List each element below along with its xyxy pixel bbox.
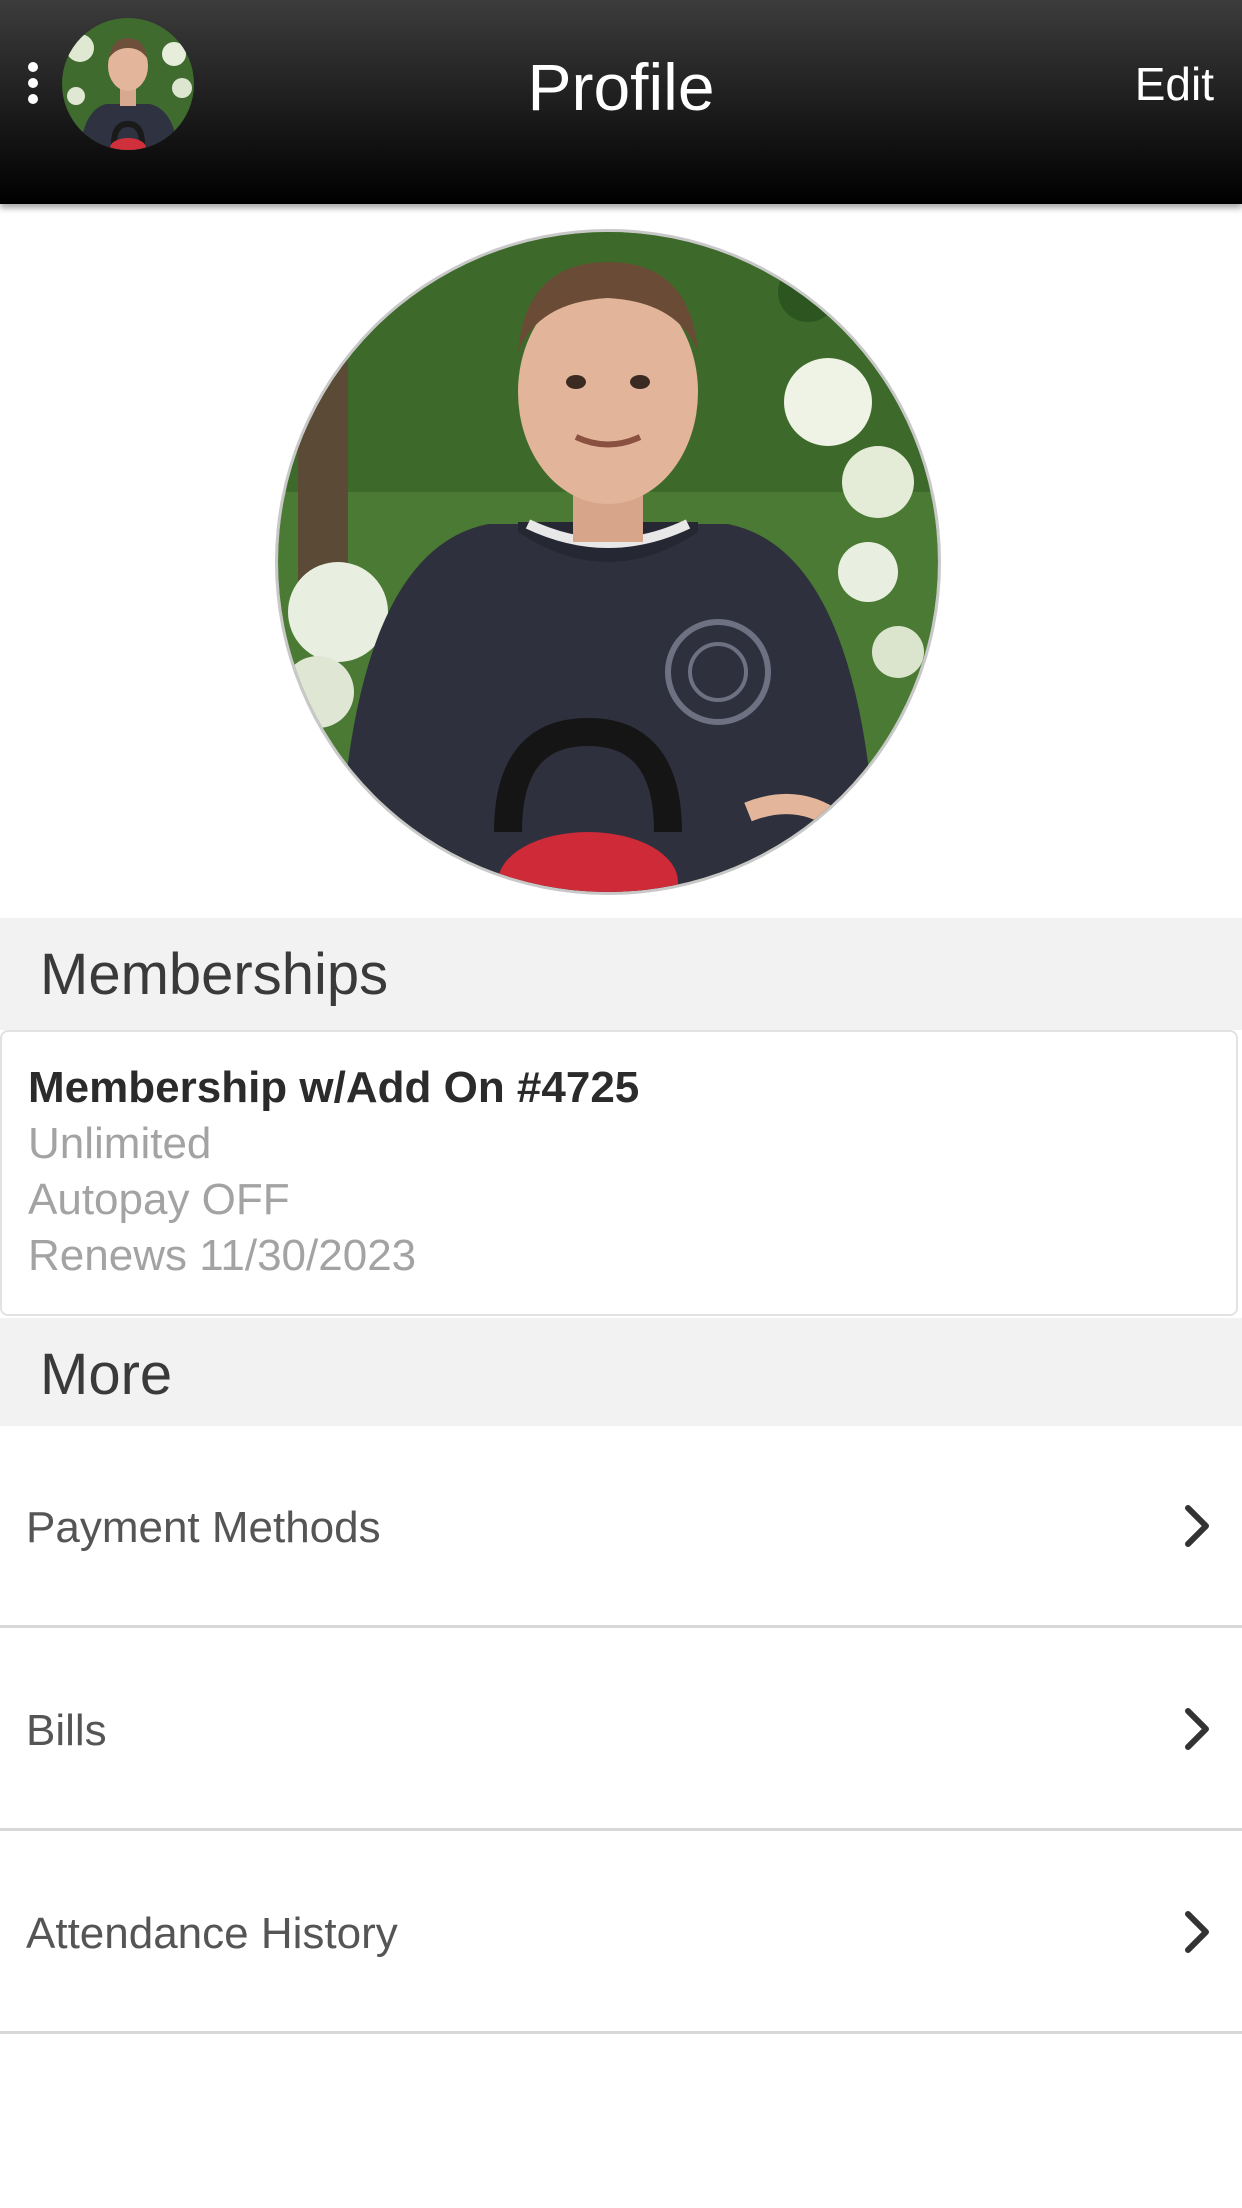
memberships-section-header: Memberships: [0, 918, 1242, 1030]
more-section-title: More: [40, 1342, 173, 1407]
bills-item[interactable]: Bills: [0, 1631, 1242, 1831]
membership-renewal-date: Renews 11/30/2023: [28, 1231, 417, 1280]
attendance-history-label: Attendance History: [26, 1909, 398, 1958]
membership-name: Membership w/Add On #4725: [28, 1063, 640, 1112]
membership-autopay-status: Autopay OFF: [28, 1175, 290, 1224]
profile-photo: [278, 232, 938, 892]
attendance-history-item[interactable]: Attendance History: [0, 1834, 1242, 2034]
bills-label: Bills: [26, 1706, 107, 1755]
memberships-section-title: Memberships: [40, 942, 389, 1007]
payment-methods-label: Payment Methods: [26, 1503, 381, 1552]
profile-screen: Profile Edit Memberships Membership w/Ad…: [0, 0, 1242, 2208]
chevron-right-icon: [1185, 1911, 1209, 1953]
chevron-right-icon: [1185, 1505, 1209, 1547]
profile-image: [278, 232, 938, 892]
chevron-right-icon: [1185, 1708, 1209, 1750]
more-section-header: More: [0, 1318, 1242, 1426]
membership-plan: Unlimited: [28, 1119, 212, 1168]
edit-button[interactable]: Edit: [1135, 52, 1214, 116]
payment-methods-item[interactable]: Payment Methods: [0, 1428, 1242, 1628]
top-app-bar: Profile Edit: [0, 0, 1242, 204]
page-title: Profile: [527, 50, 715, 124]
membership-card[interactable]: Membership w/Add On #4725 Unlimited Auto…: [0, 1030, 1238, 1316]
